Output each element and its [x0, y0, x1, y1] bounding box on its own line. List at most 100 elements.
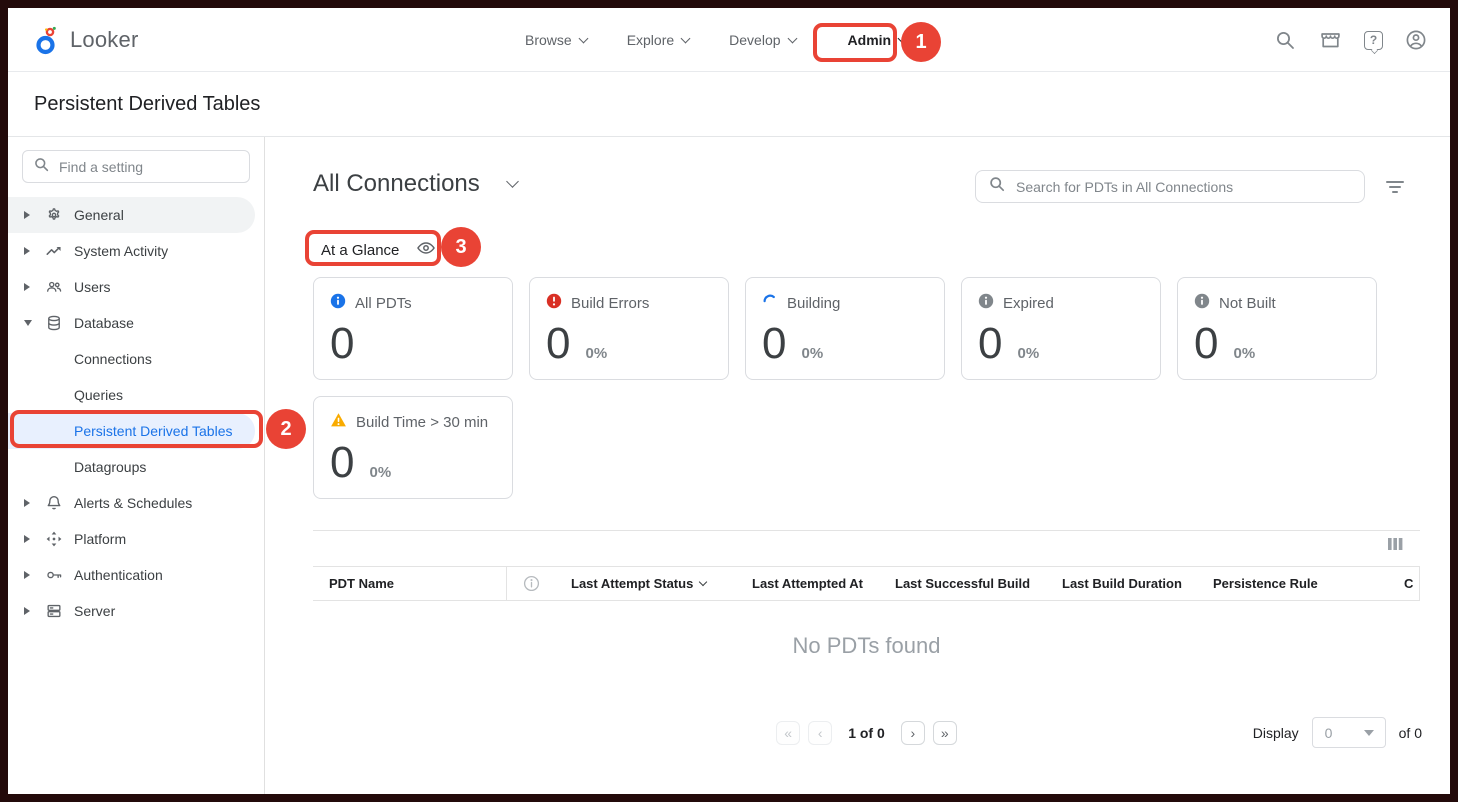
admin-sidebar: General System Activity [8, 137, 265, 794]
bell-icon [44, 494, 64, 512]
expand-arrow-icon[interactable] [24, 607, 30, 615]
find-setting-input[interactable] [59, 159, 239, 175]
display-count-control: Display 0 of 0 [1253, 717, 1422, 748]
marketplace-icon[interactable] [1318, 28, 1343, 52]
card-building: Building 0 0% [745, 277, 945, 380]
column-picker-icon[interactable] [1388, 537, 1403, 556]
column-header-last-attempt-status[interactable]: Last Attempt Status [571, 567, 706, 600]
trending-chart-icon [44, 242, 64, 260]
first-page-button[interactable]: « [776, 721, 800, 745]
annotation-badge-3: 3 [441, 227, 481, 267]
expand-arrow-icon[interactable] [24, 247, 30, 255]
at-a-glance-toggle[interactable]: At a Glance [321, 236, 436, 264]
glance-cards-row: All PDTs 0 Build Errors 0 0% [313, 277, 1377, 380]
expand-arrow-icon[interactable] [24, 283, 30, 291]
card-value: 0 [330, 323, 354, 365]
card-label: Build Errors [571, 295, 649, 312]
search-icon [33, 156, 50, 178]
sidebar-item-datagroups[interactable]: Datagroups [8, 449, 264, 485]
info-blue-icon [330, 293, 346, 313]
last-page-button[interactable]: » [933, 721, 957, 745]
main-menu: Browse Explore Develop Admin [525, 8, 906, 72]
table-top-divider [313, 530, 1420, 531]
column-header-clipped[interactable]: C [1404, 567, 1413, 600]
info-gray-icon [1194, 293, 1210, 313]
sort-chevron-icon [699, 578, 707, 586]
select-caret-icon [1364, 730, 1374, 736]
card-label: Building [787, 295, 840, 312]
expand-arrow-icon[interactable] [24, 571, 30, 579]
at-a-glance-label: At a Glance [321, 242, 399, 259]
sidebar-item-general[interactable]: General [8, 197, 255, 233]
card-percent: 0% [369, 464, 391, 481]
menu-develop[interactable]: Develop [729, 32, 795, 48]
sidebar-item-connections[interactable]: Connections [8, 341, 264, 377]
column-header-pdt-name[interactable]: PDT Name [329, 567, 394, 600]
previous-page-button[interactable]: ‹ [808, 721, 832, 745]
connection-title: All Connections [313, 170, 480, 198]
card-percent: 0% [1233, 345, 1255, 362]
sidebar-item-database[interactable]: Database [8, 305, 264, 341]
menu-explore[interactable]: Explore [627, 32, 689, 48]
menu-browse[interactable]: Browse [525, 32, 587, 48]
top-navigation-bar: Looker Browse Explore Develop Admin [8, 8, 1450, 72]
chevron-down-icon [506, 175, 519, 188]
sidebar-item-server[interactable]: Server [8, 593, 264, 629]
expand-arrow-icon[interactable] [24, 535, 30, 543]
search-icon [988, 175, 1006, 198]
sidebar-menu: General System Activity [8, 197, 264, 629]
sidebar-item-alerts-schedules[interactable]: Alerts & Schedules [8, 485, 264, 521]
card-value: 0 [1194, 323, 1218, 365]
card-value: 0 [978, 323, 1002, 365]
next-page-button[interactable]: › [901, 721, 925, 745]
collapse-arrow-icon[interactable] [24, 320, 32, 326]
glance-cards-row-2: Build Time > 30 min 0 0% [313, 396, 513, 499]
card-percent: 0% [585, 345, 607, 362]
sidebar-item-authentication[interactable]: Authentication [8, 557, 264, 593]
card-percent: 0% [801, 345, 823, 362]
filter-icon[interactable] [1385, 178, 1409, 196]
card-build-errors: Build Errors 0 0% [529, 277, 729, 380]
pdt-main-content: All Connections At a Glance [265, 137, 1450, 794]
column-header-last-attempted-at[interactable]: Last Attempted At [752, 567, 863, 600]
account-icon[interactable] [1404, 28, 1428, 52]
building-spinner-icon [762, 293, 778, 313]
warning-amber-icon [330, 412, 347, 432]
sidebar-search-box[interactable] [22, 150, 250, 183]
display-of-label: of 0 [1399, 725, 1422, 741]
pdt-search-input[interactable] [1016, 179, 1352, 195]
card-label: Expired [1003, 295, 1054, 312]
page-header: Persistent Derived Tables [8, 72, 1450, 137]
sidebar-item-persistent-derived-tables[interactable]: Persistent Derived Tables [8, 413, 255, 449]
pdt-search-box[interactable] [975, 170, 1365, 203]
card-percent: 0% [1017, 345, 1039, 362]
card-label: Build Time > 30 min [356, 414, 488, 431]
sidebar-item-users[interactable]: Users [8, 269, 264, 305]
card-label: Not Built [1219, 295, 1276, 312]
expand-arrow-icon[interactable] [24, 211, 30, 219]
page-title: Persistent Derived Tables [34, 93, 260, 116]
annotation-badge-2: 2 [266, 409, 306, 449]
card-all-pdts: All PDTs 0 [313, 277, 513, 380]
sidebar-item-queries[interactable]: Queries [8, 377, 264, 413]
eye-icon[interactable] [416, 238, 436, 263]
column-header-last-build-duration[interactable]: Last Build Duration [1062, 567, 1182, 600]
looker-brand[interactable]: Looker [34, 8, 138, 72]
sidebar-item-system-activity[interactable]: System Activity [8, 233, 264, 269]
expand-arrow-icon[interactable] [24, 499, 30, 507]
empty-table-message: No PDTs found [313, 633, 1420, 659]
card-value: 0 [330, 442, 354, 484]
sidebar-item-platform[interactable]: Platform [8, 521, 264, 557]
column-header-persistence-rule[interactable]: Persistence Rule [1213, 567, 1318, 600]
info-outline-icon[interactable] [523, 567, 540, 600]
chevron-down-icon [578, 33, 588, 43]
column-header-last-successful-build[interactable]: Last Successful Build [895, 567, 1030, 600]
server-icon [44, 602, 64, 620]
platform-arrows-icon [44, 530, 64, 548]
connection-selector[interactable]: All Connections [313, 170, 517, 198]
display-count-select[interactable]: 0 [1312, 717, 1386, 748]
menu-admin[interactable]: Admin [848, 32, 907, 48]
search-icon[interactable] [1273, 28, 1297, 52]
card-value: 0 [546, 323, 570, 365]
help-icon[interactable]: ? [1364, 31, 1383, 50]
